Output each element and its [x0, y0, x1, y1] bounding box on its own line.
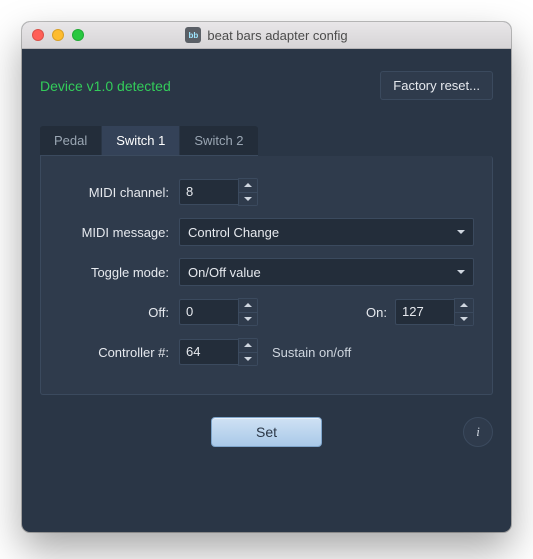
- set-button[interactable]: Set: [211, 417, 322, 447]
- zoom-window-button[interactable]: [72, 29, 84, 41]
- midi-channel-value[interactable]: 8: [179, 179, 238, 205]
- on-step-down[interactable]: [455, 313, 473, 326]
- chevron-down-icon: [460, 317, 468, 321]
- controller-number-step-up[interactable]: [239, 339, 257, 353]
- on-step-up[interactable]: [455, 299, 473, 313]
- off-value[interactable]: 0: [179, 299, 238, 325]
- titlebar: bb beat bars adapter config: [22, 22, 511, 49]
- chevron-down-icon: [244, 197, 252, 201]
- on-value[interactable]: 127: [395, 299, 454, 325]
- client-area: Device v1.0 detected Factory reset... Pe…: [22, 49, 511, 532]
- window-title-text: beat bars adapter config: [207, 28, 347, 43]
- tab-switch-2[interactable]: Switch 2: [180, 126, 257, 155]
- tab-pedal[interactable]: Pedal: [40, 126, 102, 155]
- close-window-button[interactable]: [32, 29, 44, 41]
- off-step-up[interactable]: [239, 299, 257, 313]
- off-stepper[interactable]: 0: [179, 298, 258, 326]
- minimize-window-button[interactable]: [52, 29, 64, 41]
- on-label: On:: [347, 305, 395, 320]
- chevron-up-icon: [244, 303, 252, 307]
- device-status: Device v1.0 detected: [40, 78, 171, 94]
- tab-switch-1[interactable]: Switch 1: [102, 126, 180, 155]
- factory-reset-button[interactable]: Factory reset...: [380, 71, 493, 100]
- midi-channel-step-down[interactable]: [239, 193, 257, 206]
- controller-number-value[interactable]: 64: [179, 339, 238, 365]
- midi-message-select[interactable]: Control Change: [179, 218, 474, 246]
- midi-channel-stepper[interactable]: 8: [179, 178, 258, 206]
- tab-panel-switch-1: MIDI channel: 8 MIDI message: Control Ch…: [40, 156, 493, 395]
- midi-channel-step-up[interactable]: [239, 179, 257, 193]
- chevron-up-icon: [460, 303, 468, 307]
- controller-number-hint: Sustain on/off: [272, 345, 351, 360]
- toggle-mode-value: On/Off value: [188, 265, 261, 280]
- on-stepper[interactable]: 127: [395, 298, 474, 326]
- midi-channel-label: MIDI channel:: [59, 185, 179, 200]
- chevron-up-icon: [244, 183, 252, 187]
- chevron-down-icon: [244, 317, 252, 321]
- toggle-mode-label: Toggle mode:: [59, 265, 179, 280]
- off-step-down[interactable]: [239, 313, 257, 326]
- tabs: Pedal Switch 1 Switch 2: [40, 126, 258, 156]
- toggle-mode-select[interactable]: On/Off value: [179, 258, 474, 286]
- chevron-up-icon: [244, 343, 252, 347]
- chevron-down-icon: [244, 357, 252, 361]
- chevron-down-icon: [457, 270, 465, 274]
- off-label: Off:: [59, 305, 179, 320]
- controller-number-label: Controller #:: [59, 345, 179, 360]
- chevron-down-icon: [457, 230, 465, 234]
- window-controls: [22, 29, 84, 41]
- controller-number-stepper[interactable]: 64: [179, 338, 258, 366]
- midi-message-label: MIDI message:: [59, 225, 179, 240]
- app-window: bb beat bars adapter config Device v1.0 …: [22, 22, 511, 532]
- window-title: bb beat bars adapter config: [22, 27, 511, 43]
- info-button[interactable]: i: [463, 417, 493, 447]
- midi-message-value: Control Change: [188, 225, 279, 240]
- controller-number-step-down[interactable]: [239, 353, 257, 366]
- app-icon: bb: [185, 27, 201, 43]
